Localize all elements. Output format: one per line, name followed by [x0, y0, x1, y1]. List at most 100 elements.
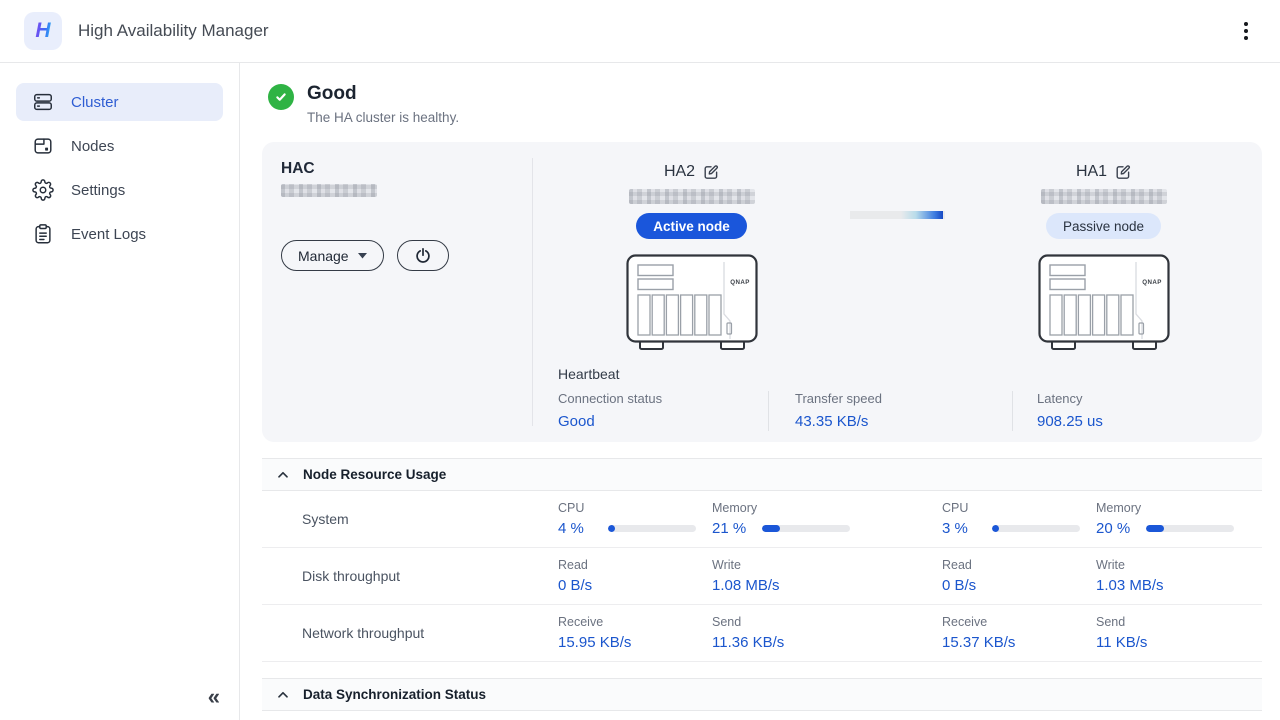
sidebar-item-label: Event Logs: [71, 226, 146, 243]
node-name: HA2: [664, 162, 695, 182]
sidebar-item-label: Settings: [71, 182, 125, 199]
row-label: Network throughput: [262, 625, 558, 641]
nas-icon: [32, 135, 54, 157]
metric-label: Send: [712, 615, 942, 630]
sidebar-item-event-logs[interactable]: Event Logs: [16, 215, 223, 253]
metric-value: 0 B/s: [942, 577, 1096, 595]
app-title: High Availability Manager: [78, 21, 269, 41]
heartbeat-title: Heartbeat: [558, 366, 1262, 382]
clipboard-icon: [32, 223, 54, 245]
metric-label: Receive: [942, 615, 1096, 630]
power-icon: [415, 247, 431, 264]
metric-cell: Write 1.08 MB/s: [712, 558, 942, 595]
metric-value: 21 %: [712, 520, 762, 538]
cluster-name: HAC: [281, 160, 532, 178]
table-row-disk: Disk throughput Read 0 B/s Write 1.08 MB…: [262, 548, 1262, 605]
sidebar-item-label: Cluster: [71, 94, 119, 111]
app-window: H High Availability Manager Cluster: [0, 0, 1280, 720]
node-role-badge: Passive node: [1046, 213, 1161, 239]
app-header: H High Availability Manager: [0, 0, 1280, 63]
metric-cell: Send 11 KB/s: [1096, 615, 1262, 652]
resource-table: System CPU 4 % Memory 21 %: [262, 491, 1262, 662]
section-node-resource-usage[interactable]: Node Resource Usage: [262, 458, 1262, 491]
metric-value: 0 B/s: [558, 577, 712, 595]
heartbeat-stat-transfer: Transfer speed 43.35 KB/s: [768, 391, 1012, 431]
metric-cell: Receive 15.37 KB/s: [942, 615, 1096, 652]
metric-label: CPU: [558, 501, 712, 516]
logo-h-glyph: H: [35, 19, 50, 43]
row-label: System: [262, 511, 558, 527]
metric-label: Write: [1096, 558, 1262, 573]
nodes-panel: HA2 Active node: [533, 142, 1262, 442]
table-row-system: System CPU 4 % Memory 21 %: [262, 491, 1262, 548]
row-label: Disk throughput: [262, 568, 558, 584]
server-stack-icon: [32, 91, 54, 113]
edit-icon[interactable]: [1115, 164, 1131, 180]
metric-cell: Send 11.36 KB/s: [712, 615, 942, 652]
metric-value: 15.37 KB/s: [942, 634, 1096, 652]
stat-label: Transfer speed: [795, 391, 1012, 407]
metric-label: Send: [1096, 615, 1262, 630]
metric-label: Memory: [1096, 501, 1262, 516]
metric-cell: Write 1.03 MB/s: [1096, 558, 1262, 595]
heartbeat-stat-connection: Connection status Good: [558, 391, 768, 431]
metric-label: Receive: [558, 615, 712, 630]
metric-bar: [608, 525, 696, 532]
stat-label: Latency: [1037, 391, 1103, 407]
node-ha1: HA1 Passive node: [945, 162, 1262, 352]
node-name: HA1: [1076, 162, 1107, 182]
stat-value: 43.35 KB/s: [795, 413, 1012, 431]
metric-cell: Read 0 B/s: [558, 558, 712, 595]
metric-cell: Memory 21 %: [712, 501, 942, 538]
main-content: Good The HA cluster is healthy. HAC Mana…: [240, 63, 1280, 720]
metric-bar: [1146, 525, 1234, 532]
heartbeat-stat-latency: Latency 908.25 us: [1012, 391, 1133, 431]
kebab-menu-icon[interactable]: [1238, 18, 1254, 44]
metric-label: Write: [712, 558, 942, 573]
metric-value: 11.36 KB/s: [712, 634, 942, 652]
metric-bar: [992, 525, 1080, 532]
caret-down-icon: [358, 253, 367, 259]
node-ip-blurred: [1041, 189, 1167, 204]
nas-brand-label: QNAP: [730, 279, 749, 286]
cluster-card: HAC Manage: [262, 142, 1262, 442]
metric-value: 4 %: [558, 520, 608, 538]
table-row-network: Network throughput Receive 15.95 KB/s Se…: [262, 605, 1262, 662]
manage-button-label: Manage: [298, 248, 349, 264]
power-button[interactable]: [397, 240, 449, 271]
section-title: Node Resource Usage: [303, 467, 446, 482]
heartbeat-block: Heartbeat Connection status Good Transfe…: [558, 366, 1262, 431]
chevron-up-icon[interactable]: [276, 468, 290, 482]
edit-icon[interactable]: [703, 164, 719, 180]
metric-value: 1.08 MB/s: [712, 577, 942, 595]
node-ha2: HA2 Active node: [533, 162, 850, 352]
stat-value: Good: [558, 413, 768, 431]
sidebar-collapse-button[interactable]: «: [208, 686, 220, 708]
stat-value: 908.25 us: [1037, 413, 1103, 431]
sidebar-item-nodes[interactable]: Nodes: [16, 127, 223, 165]
metric-value: 20 %: [1096, 520, 1146, 538]
status-title: Good: [307, 82, 459, 106]
metric-label: Memory: [712, 501, 942, 516]
metric-value: 3 %: [942, 520, 992, 538]
cluster-ip-blurred: [281, 184, 377, 197]
metric-cell: Memory 20 %: [1096, 501, 1262, 538]
chevron-up-icon[interactable]: [276, 688, 290, 702]
metric-value: 11 KB/s: [1096, 634, 1262, 652]
metric-value: 15.95 KB/s: [558, 634, 712, 652]
section-data-sync[interactable]: Data Synchronization Status: [262, 678, 1262, 711]
metric-cell: Read 0 B/s: [942, 558, 1096, 595]
metric-bar: [762, 525, 850, 532]
metric-label: Read: [942, 558, 1096, 573]
node-ip-blurred: [629, 189, 755, 204]
metric-label: CPU: [942, 501, 1096, 516]
manage-button[interactable]: Manage: [281, 240, 384, 271]
metric-label: Read: [558, 558, 712, 573]
metric-cell: Receive 15.95 KB/s: [558, 615, 712, 652]
metric-value: 1.03 MB/s: [1096, 577, 1262, 595]
sidebar: Cluster Nodes: [0, 63, 240, 720]
sidebar-item-settings[interactable]: Settings: [16, 171, 223, 209]
metric-cell: CPU 3 %: [942, 501, 1096, 538]
transfer-progress: [850, 211, 945, 352]
sidebar-item-cluster[interactable]: Cluster: [16, 83, 223, 121]
